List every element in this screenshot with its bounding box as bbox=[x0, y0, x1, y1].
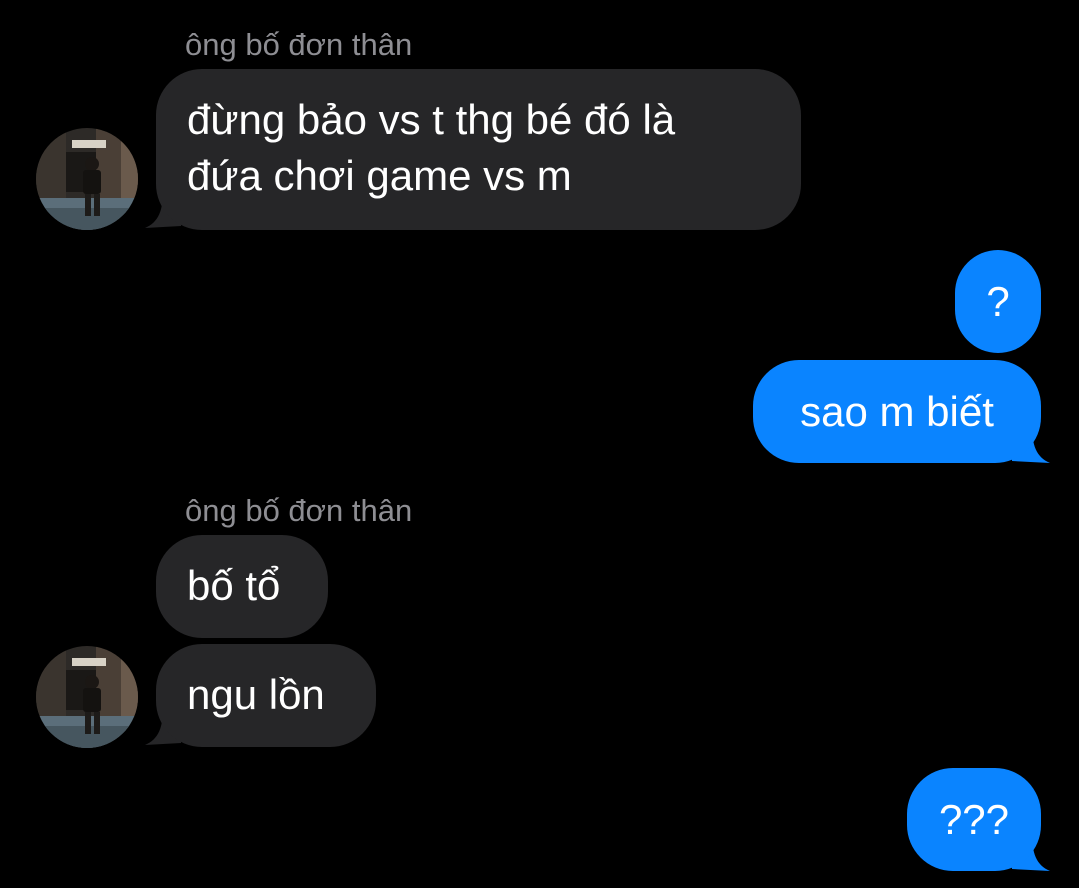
message-text: ??? bbox=[938, 796, 1010, 843]
message-text-line-1: đừng bảo vs t thg bé đó là bbox=[187, 96, 676, 143]
message-text-line-2: đứa chơi game vs m bbox=[187, 152, 572, 199]
incoming-message-bubble[interactable]: đừng bảo vs t thg bé đó là đứa chơi game… bbox=[156, 69, 801, 230]
contact-avatar[interactable] bbox=[36, 646, 138, 748]
contact-avatar[interactable] bbox=[36, 128, 138, 230]
avatar-photo-icon bbox=[36, 646, 138, 748]
message-text: ngu lồn bbox=[187, 671, 325, 718]
incoming-message-bubble[interactable]: bố tổ bbox=[156, 535, 328, 638]
message-text: bố tổ bbox=[187, 562, 281, 609]
incoming-message-bubble[interactable]: ngu lồn bbox=[156, 644, 376, 747]
sender-name: ông bố đơn thân bbox=[185, 27, 413, 62]
outgoing-message-bubble[interactable]: ? bbox=[955, 250, 1041, 353]
outgoing-message-bubble[interactable]: ??? bbox=[907, 768, 1041, 871]
message-text: ? bbox=[986, 278, 1010, 325]
sender-name: ông bố đơn thân bbox=[185, 493, 413, 528]
avatar-photo-icon bbox=[36, 128, 138, 230]
message-text: sao m biết bbox=[800, 388, 994, 435]
outgoing-message-bubble[interactable]: sao m biết bbox=[753, 360, 1041, 463]
